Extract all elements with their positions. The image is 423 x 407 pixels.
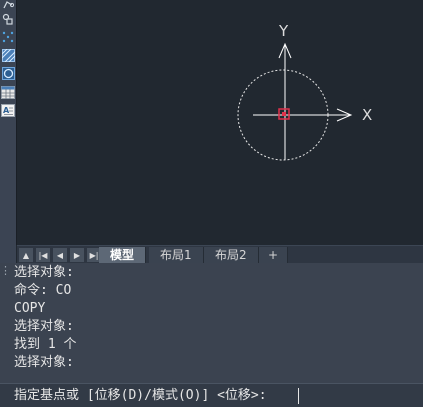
- command-input[interactable]: 指定基点或 [位移(D)/模式(O)] <位移>:: [0, 383, 423, 407]
- command-window: ⋮ 选择对象: 命令: CO COPY 选择对象: 找到 1 个 选择对象: 指…: [0, 263, 423, 407]
- x-axis-label: X: [362, 106, 373, 124]
- layout-tab-bar: ▲ |◀ ◀ ▶ ▶| 模型 布局1 布局2 +: [17, 245, 423, 264]
- y-axis-label: Y: [279, 22, 289, 40]
- revcloud-icon[interactable]: [0, 10, 16, 27]
- tab-layout2[interactable]: 布局2: [204, 247, 259, 263]
- drag-handle-icon[interactable]: ⋮: [0, 263, 11, 281]
- history-line: COPY: [14, 301, 46, 316]
- next-layout-icon[interactable]: ▶: [70, 248, 84, 262]
- spline-icon[interactable]: [0, 28, 16, 45]
- mtext-icon[interactable]: A: [0, 102, 16, 119]
- pickbox-center: [282, 112, 286, 116]
- add-layout-button[interactable]: +: [259, 247, 289, 263]
- drawing-canvas[interactable]: Y X: [17, 0, 423, 245]
- scroll-up-icon[interactable]: ▲: [19, 248, 33, 262]
- hatch-icon[interactable]: [0, 47, 16, 64]
- table-icon[interactable]: [0, 84, 16, 101]
- command-prompt: 指定基点或 [位移(D)/模式(O)] <位移>:: [14, 388, 267, 403]
- prev-layout-icon[interactable]: ◀: [53, 248, 67, 262]
- svg-text:A: A: [3, 106, 10, 115]
- command-history: 选择对象: 命令: CO COPY 选择对象: 找到 1 个 选择对象:: [14, 264, 414, 372]
- history-line: 找到 1 个: [14, 337, 77, 352]
- history-line: 选择对象:: [14, 265, 74, 280]
- history-line: 选择对象:: [14, 355, 74, 370]
- circle-icon[interactable]: [0, 65, 16, 82]
- draw-toolbar: A: [0, 0, 17, 245]
- text-caret: [298, 388, 299, 404]
- tab-layout1[interactable]: 布局1: [149, 247, 204, 263]
- tab-model[interactable]: 模型: [99, 247, 147, 263]
- toolbar-footer: [0, 245, 16, 263]
- history-line: 命令: CO: [14, 283, 72, 298]
- history-line: 选择对象:: [14, 319, 74, 334]
- first-layout-icon[interactable]: |◀: [36, 248, 50, 262]
